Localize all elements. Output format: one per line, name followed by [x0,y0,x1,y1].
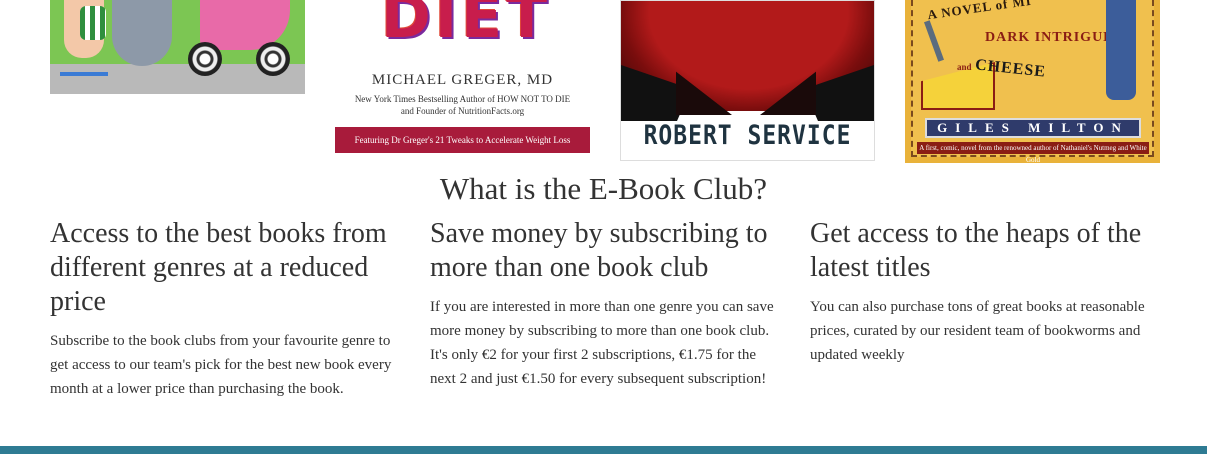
book-cover-kids[interactable] [50,0,305,94]
cover-diet-title: DIET [380,0,552,52]
cover-striped-shirt [80,6,106,40]
feature-heading: Access to the best books from different … [50,218,387,317]
cover-cheese-footnote: A first, comic, novel from the renowned … [917,142,1149,163]
cover-cheese-author: GILES MILTON [925,118,1141,138]
feature-best-books: Access to the best books from different … [50,217,400,401]
feature-save-money: Save money by subscribing to more than o… [430,217,780,391]
feature-heading: Save money by subscribing to more than o… [430,218,768,283]
feature-latest-titles: Get access to the heaps of the latest ti… [810,217,1160,367]
cover-wheel-right [256,42,290,76]
cover-diet-subtitle: New York Times Bestselling Author of HOW… [335,93,590,117]
feature-body: Subscribe to the book clubs from your fa… [50,333,392,397]
feature-body: If you are interested in more than one g… [430,299,774,387]
cover-diet-subtitle-line2: and Founder of NutritionFacts.org [400,106,525,116]
cover-gentleman-figure [1106,0,1136,100]
footer-bar [0,446,1207,454]
cover-diet-author: MICHAEL GREGER, MD [371,72,554,88]
cover-elephant-figure [112,0,172,66]
cover-diet-banner: Featuring Dr Greger's 21 Tweaks to Accel… [335,127,590,153]
book-cover-cheese[interactable]: A NOVEL of MI DARK INTRIGUE and CHEESE G… [905,0,1160,163]
book-cover-robert-service[interactable]: ROBERT SERVICE [620,0,875,161]
cover-wheel-left [188,42,222,76]
feature-heading: Get access to the heaps of the latest ti… [810,218,1142,283]
cover-cheese-line1: DARK INTRIGUE [985,30,1114,45]
book-cover-diet[interactable]: DIET MICHAEL GREGER, MD New York Times B… [335,0,590,153]
section-title: What is the E-Book Club? [439,171,768,206]
cover-scooter [60,72,108,76]
cover-diet-subtitle-line1: New York Times Bestselling Author of HOW… [354,94,571,104]
feature-body: You can also purchase tons of great book… [810,299,1145,363]
cover-cheese-and: and [957,62,972,72]
cover-service-author: ROBERT SERVICE [643,121,852,151]
